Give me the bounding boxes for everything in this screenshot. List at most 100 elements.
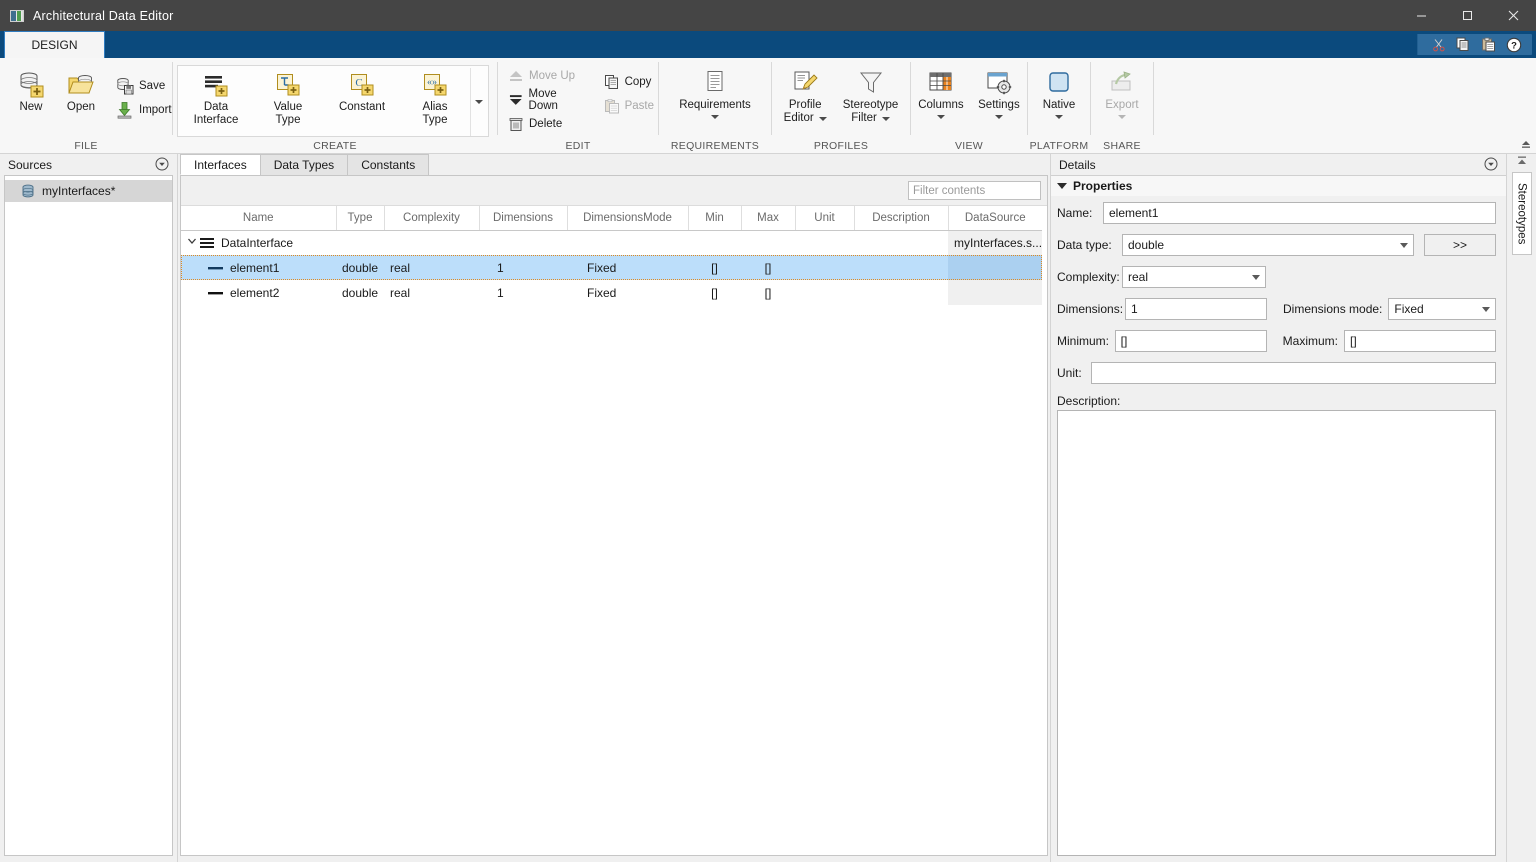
- cell-name[interactable]: element1: [181, 255, 336, 280]
- maximize-button[interactable]: [1444, 0, 1490, 31]
- save-button[interactable]: Save: [112, 74, 169, 98]
- paste-icon[interactable]: [1476, 34, 1501, 55]
- move-up-button[interactable]: Move Up: [504, 64, 592, 88]
- column-header-dimensionsmode[interactable]: DimensionsMode: [567, 206, 688, 230]
- table-row[interactable]: element1 double real 1 Fixed [] []: [181, 255, 1042, 280]
- help-icon[interactable]: ?: [1501, 34, 1526, 55]
- description-field[interactable]: [1057, 410, 1496, 856]
- unit-field[interactable]: [1091, 362, 1496, 384]
- expand-chevron-icon[interactable]: [187, 236, 200, 249]
- cell-name[interactable]: element2: [181, 280, 336, 305]
- chevron-down-icon[interactable]: [937, 115, 945, 119]
- cell-dimensionsmode[interactable]: Fixed: [567, 255, 688, 280]
- collapse-ribbon-icon[interactable]: [1519, 137, 1533, 151]
- new-button[interactable]: New: [6, 62, 56, 114]
- cell-min[interactable]: []: [688, 255, 741, 280]
- alias-type-button[interactable]: «» Alias Type: [400, 68, 470, 127]
- cell-complexity[interactable]: real: [384, 280, 479, 305]
- interfaces-grid[interactable]: Name Type Complexity Dimensions Dimensio…: [181, 206, 1047, 855]
- minimize-button[interactable]: [1398, 0, 1444, 31]
- cell-min[interactable]: []: [688, 280, 741, 305]
- column-header-complexity[interactable]: Complexity: [384, 206, 479, 230]
- column-header-unit[interactable]: Unit: [795, 206, 854, 230]
- copy-button[interactable]: Copy: [600, 70, 658, 94]
- paste-button[interactable]: Paste: [600, 94, 658, 118]
- column-header-name[interactable]: Name: [181, 206, 336, 230]
- value-type-button[interactable]: Value Type: [252, 68, 324, 127]
- tab-constants[interactable]: Constants: [347, 154, 429, 175]
- cell-description[interactable]: [854, 280, 948, 305]
- panel-options-icon[interactable]: [155, 157, 169, 171]
- sources-list[interactable]: myInterfaces*: [4, 175, 173, 856]
- cell-max[interactable]: []: [741, 280, 795, 305]
- cut-icon[interactable]: [1426, 34, 1451, 55]
- dimensionsmode-select[interactable]: Fixed: [1388, 298, 1496, 320]
- create-more-button[interactable]: [470, 68, 486, 136]
- move-down-button[interactable]: Move Down: [504, 88, 592, 112]
- table-row[interactable]: element2 double real 1 Fixed [] []: [181, 280, 1042, 305]
- column-header-datasource[interactable]: DataSource: [948, 206, 1042, 230]
- stereotypes-tab[interactable]: Stereotypes: [1512, 172, 1532, 255]
- table-row[interactable]: DataInterface myInterfaces.s...: [181, 230, 1042, 255]
- cell-min[interactable]: [688, 230, 741, 255]
- cell-dimensionsmode[interactable]: [567, 230, 688, 255]
- chevron-down-icon[interactable]: [882, 117, 890, 121]
- chevron-down-icon[interactable]: [1055, 115, 1063, 119]
- datatype-more-button[interactable]: >>: [1424, 234, 1496, 256]
- open-button[interactable]: Open: [56, 62, 106, 114]
- cell-max[interactable]: []: [741, 255, 795, 280]
- columns-button[interactable]: Columns: [911, 66, 971, 119]
- collapse-strip-icon[interactable]: [1507, 154, 1536, 168]
- cell-description[interactable]: [854, 230, 948, 255]
- minimum-field[interactable]: [1115, 330, 1267, 352]
- cell-unit[interactable]: [795, 230, 854, 255]
- copy-icon[interactable]: [1451, 34, 1476, 55]
- stereotype-filter-button[interactable]: Stereotype Filter: [835, 66, 907, 125]
- name-field[interactable]: [1103, 202, 1496, 224]
- cell-dimensions[interactable]: 1: [479, 280, 567, 305]
- column-header-description[interactable]: Description: [854, 206, 948, 230]
- cell-datasource[interactable]: [948, 255, 1042, 280]
- chevron-down-icon[interactable]: [995, 115, 1003, 119]
- column-header-max[interactable]: Max: [741, 206, 795, 230]
- panel-options-icon[interactable]: [1484, 157, 1498, 171]
- cell-dimensions[interactable]: 1: [479, 255, 567, 280]
- cell-description[interactable]: [854, 255, 948, 280]
- cell-unit[interactable]: [795, 255, 854, 280]
- column-header-type[interactable]: Type: [336, 206, 384, 230]
- tab-interfaces[interactable]: Interfaces: [180, 154, 261, 175]
- cell-unit[interactable]: [795, 280, 854, 305]
- cell-datasource[interactable]: [948, 280, 1042, 305]
- cell-type[interactable]: double: [336, 280, 384, 305]
- cell-max[interactable]: [741, 230, 795, 255]
- export-button[interactable]: Export: [1097, 66, 1147, 119]
- cell-name[interactable]: DataInterface: [181, 230, 336, 255]
- cell-dimensions[interactable]: [479, 230, 567, 255]
- tab-design[interactable]: DESIGN: [4, 31, 105, 58]
- chevron-down-icon[interactable]: [1118, 115, 1126, 119]
- close-button[interactable]: [1490, 0, 1536, 31]
- filter-contents-input[interactable]: [908, 181, 1041, 200]
- settings-button[interactable]: Settings: [971, 66, 1027, 119]
- tab-data-types[interactable]: Data Types: [260, 154, 348, 175]
- list-item[interactable]: myInterfaces*: [5, 180, 172, 202]
- complexity-select[interactable]: real: [1122, 266, 1266, 288]
- chevron-down-icon[interactable]: [819, 117, 827, 121]
- cell-datasource[interactable]: myInterfaces.s...: [948, 230, 1042, 255]
- cell-type[interactable]: double: [336, 255, 384, 280]
- cell-type[interactable]: [336, 230, 384, 255]
- constant-button[interactable]: C Constant: [324, 68, 400, 114]
- properties-section-header[interactable]: Properties: [1051, 175, 1506, 196]
- cell-dimensionsmode[interactable]: Fixed: [567, 280, 688, 305]
- column-header-min[interactable]: Min: [688, 206, 741, 230]
- dimensions-field[interactable]: [1125, 298, 1267, 320]
- import-button[interactable]: Import: [112, 98, 176, 122]
- chevron-down-icon[interactable]: [711, 115, 719, 119]
- cell-complexity[interactable]: [384, 230, 479, 255]
- delete-button[interactable]: Delete: [504, 112, 592, 136]
- native-button[interactable]: Native: [1034, 66, 1084, 119]
- data-interface-button[interactable]: Data Interface: [180, 68, 252, 127]
- datatype-select[interactable]: double: [1122, 234, 1414, 256]
- column-header-dimensions[interactable]: Dimensions: [479, 206, 567, 230]
- maximum-field[interactable]: [1344, 330, 1496, 352]
